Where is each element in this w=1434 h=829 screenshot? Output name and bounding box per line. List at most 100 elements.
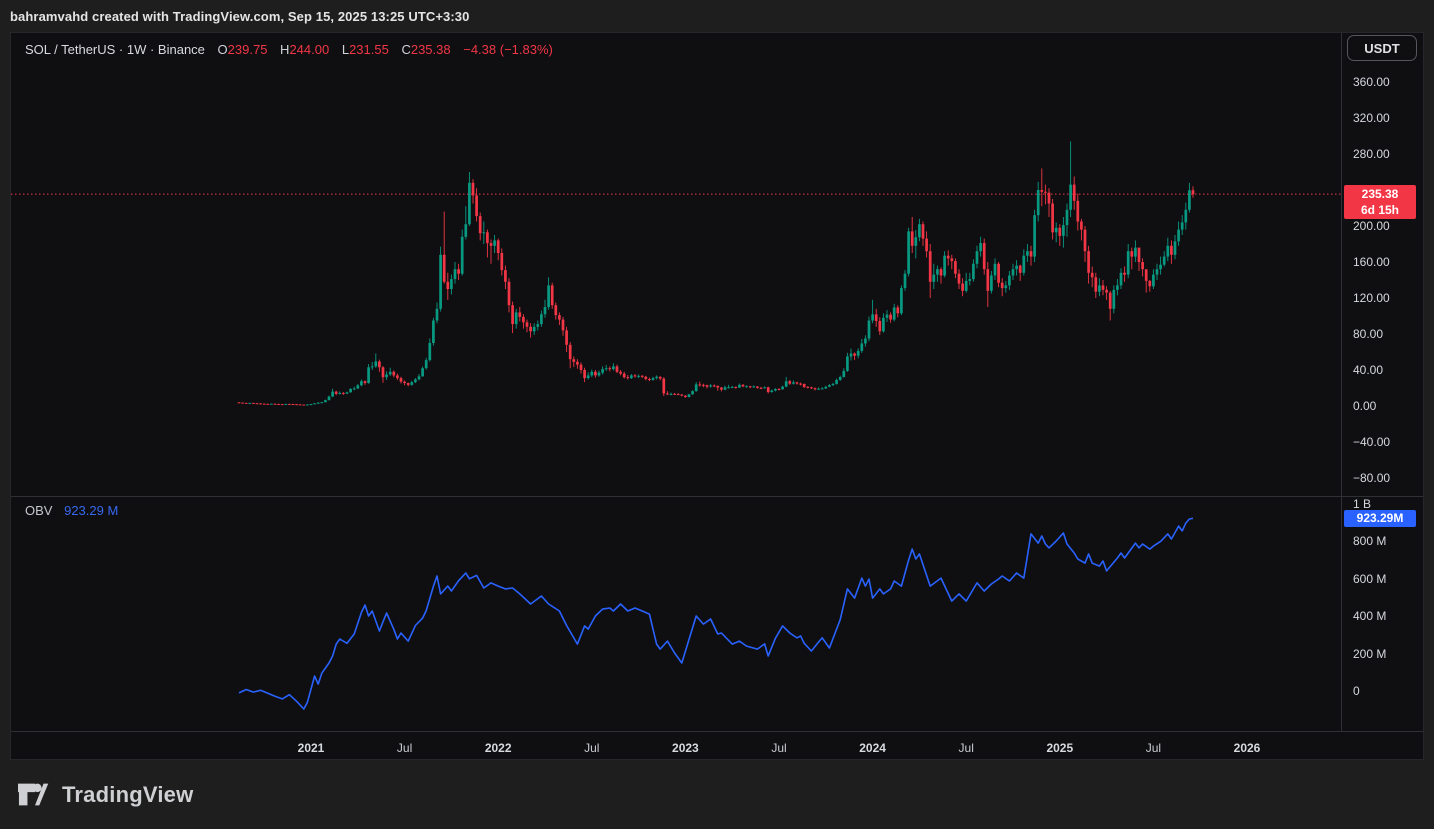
candle-body [1012, 269, 1015, 275]
chart-canvas[interactable] [11, 33, 1423, 759]
candle-body [958, 274, 961, 284]
candle-body [940, 269, 943, 275]
time-axis-separator [11, 731, 1423, 732]
candle-body [1076, 201, 1079, 222]
candle-body [932, 275, 935, 282]
candle-body [896, 307, 899, 313]
candle-body [734, 387, 737, 388]
ohlc-low-label: L [342, 42, 349, 57]
footer-bar: TradingView [0, 760, 1434, 829]
candle-body [382, 367, 385, 377]
symbol-header[interactable]: SOL / TetherUS · 1W · Binance O239.75 H2… [25, 42, 553, 58]
candle-body [1145, 269, 1148, 281]
ohlc-close-value: 235.38 [411, 42, 451, 57]
candle-body [810, 387, 813, 388]
axis-tick-label: 0.00 [1353, 398, 1376, 414]
candle-body [551, 285, 554, 305]
candle-body [716, 386, 719, 388]
candle-body [875, 314, 878, 321]
candle-body [439, 255, 442, 309]
candle-body [1030, 251, 1033, 256]
candle-body [842, 371, 845, 377]
axis-tick-label: −80.00 [1353, 470, 1390, 486]
candle-body [900, 288, 903, 313]
candle-body [256, 403, 259, 404]
candle-body [292, 404, 295, 405]
candle-body [511, 305, 514, 324]
candle-body [886, 315, 889, 318]
chart-panel: SOL / TetherUS · 1W · Binance O239.75 H2… [10, 32, 1424, 760]
candle-body [270, 404, 273, 405]
candle-body [317, 403, 320, 404]
candle-body [752, 386, 755, 387]
candle-body [997, 264, 1000, 283]
candle-body [1058, 228, 1061, 236]
candle-body [1033, 215, 1036, 256]
candle-body [922, 224, 925, 238]
candle-body [299, 404, 302, 405]
candle-countdown: 6d 15h [1346, 202, 1414, 218]
candle-body [281, 404, 284, 405]
tradingview-logo-icon [18, 782, 52, 808]
candle-body [677, 394, 680, 395]
candle-body [1148, 281, 1151, 286]
candle-body [976, 251, 979, 264]
candle-body [544, 307, 547, 314]
candle-body [443, 255, 446, 282]
candle-body [389, 372, 392, 375]
candle-body [1123, 273, 1126, 275]
candle-body [630, 375, 633, 378]
candle-body [464, 224, 467, 237]
candle-body [378, 361, 381, 367]
change-value: −4.38 (−1.83%) [463, 42, 553, 57]
candle-body [486, 232, 489, 243]
obv-legend[interactable]: OBV 923.29 M [25, 503, 118, 519]
candle-body [536, 324, 539, 327]
candle-body [1188, 190, 1191, 210]
ohlc-close-label: C [401, 42, 410, 57]
candle-body [1184, 210, 1187, 223]
candle-body [479, 216, 482, 233]
candle-body [774, 389, 777, 391]
candle-body [1141, 262, 1144, 269]
candle-body [684, 396, 687, 397]
candle-body [241, 403, 244, 404]
currency-toggle-button[interactable]: USDT [1347, 35, 1417, 61]
time-tick-label: Jul [757, 740, 801, 756]
candle-body [839, 377, 842, 380]
candle-body [814, 388, 817, 389]
candle-body [756, 386, 759, 387]
candle-body [396, 375, 399, 378]
candle-body [788, 381, 791, 383]
tradingview-logo-link[interactable]: TradingView [18, 782, 193, 808]
candle-body [263, 404, 266, 405]
pane-separator[interactable] [11, 496, 1423, 497]
candle-body [1015, 266, 1018, 270]
candle-body [770, 391, 773, 393]
candle-body [965, 281, 968, 291]
candle-body [1130, 251, 1133, 256]
candle-body [1112, 290, 1115, 309]
candle-body [374, 361, 377, 366]
candle-body [936, 269, 939, 274]
axis-tick-label: 120.00 [1353, 290, 1390, 306]
candle-body [400, 378, 403, 382]
candle-body [284, 404, 287, 405]
candle-body [1127, 251, 1130, 274]
candle-body [655, 377, 658, 378]
candle-body [313, 403, 316, 404]
candle-body [1004, 285, 1007, 288]
candle-body [709, 385, 712, 386]
candle-body [637, 376, 640, 377]
candle-body [1120, 273, 1123, 286]
candle-body [893, 307, 896, 319]
candle-body [1192, 190, 1195, 194]
candle-body [1152, 275, 1155, 287]
candle-body [918, 224, 921, 237]
candle-body [947, 256, 950, 259]
candle-body [353, 388, 356, 389]
candle-body [529, 327, 532, 332]
candle-body [1019, 266, 1022, 273]
candle-body [695, 384, 698, 391]
time-tick-label: 2026 [1225, 740, 1269, 756]
